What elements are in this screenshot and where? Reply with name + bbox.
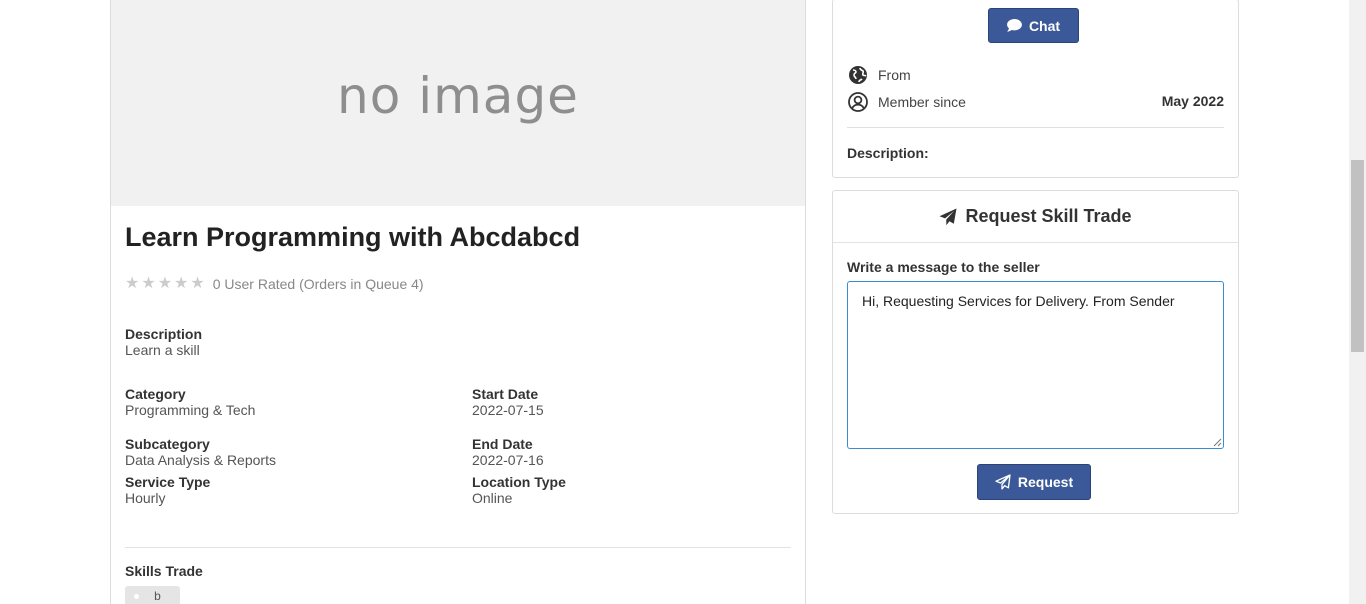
seller-description-label: Description: xyxy=(847,145,929,161)
resize-grip-icon[interactable] xyxy=(1213,438,1222,447)
start-date-label: Start Date xyxy=(472,386,539,402)
section-divider xyxy=(125,547,791,548)
star-icon: ★ xyxy=(141,275,156,292)
description-value: Learn a skill xyxy=(125,342,200,358)
location-type-field: Location Type Online xyxy=(472,474,566,506)
service-card: no image Learn Programming with Abcdabcd… xyxy=(110,0,806,604)
start-date-value: 2022-07-15 xyxy=(472,402,544,418)
user-circle-icon xyxy=(848,92,868,112)
request-card-title: Request Skill Trade xyxy=(965,206,1132,226)
scrollbar-thumb[interactable] xyxy=(1351,160,1364,352)
request-skill-trade-card: Request Skill Trade Write a message to t… xyxy=(832,190,1239,514)
location-type-label: Location Type xyxy=(472,474,566,490)
service-type-field: Service Type Hourly xyxy=(125,474,210,506)
seller-card: Chat From Member since May 2022 Descript… xyxy=(832,0,1239,178)
seller-from-row: From xyxy=(848,65,911,85)
paper-plane-icon xyxy=(939,208,957,225)
member-since-value: May 2022 xyxy=(1161,93,1224,109)
description-field: Description Learn a skill xyxy=(125,326,202,358)
description-label: Description xyxy=(125,326,203,342)
globe-icon xyxy=(849,66,867,84)
star-icon: ★ xyxy=(174,275,189,292)
message-textarea[interactable] xyxy=(847,281,1224,449)
service-type-label: Service Type xyxy=(125,474,211,490)
chat-button[interactable]: Chat xyxy=(988,8,1079,43)
rating-row: ★ ★ ★ ★ ★ 0 User Rated (Orders in Queue … xyxy=(125,276,424,293)
page: no image Learn Programming with Abcdabcd… xyxy=(0,0,1366,604)
member-since-label: Member since xyxy=(878,94,966,110)
category-label: Category xyxy=(125,386,186,402)
rating-text: 0 User Rated (Orders in Queue 4) xyxy=(212,276,424,292)
skills-trade-label: Skills Trade xyxy=(125,563,203,579)
service-title: Learn Programming with Abcdabcd xyxy=(125,222,581,252)
location-type-value: Online xyxy=(472,490,513,506)
end-date-label: End Date xyxy=(472,436,533,452)
star-icon: ★ xyxy=(190,275,205,292)
chat-button-label: Chat xyxy=(1028,17,1061,34)
no-image-text: no image xyxy=(337,67,579,125)
skill-tag[interactable]: b xyxy=(125,586,180,604)
seller-member-row: Member since xyxy=(848,92,966,112)
service-type-value: Hourly xyxy=(125,490,166,506)
chat-bubble-icon xyxy=(1007,19,1022,32)
start-date-field: Start Date 2022-07-15 xyxy=(472,386,544,418)
subcategory-label: Subcategory xyxy=(125,436,210,452)
end-date-field: End Date 2022-07-16 xyxy=(472,436,544,468)
request-card-header: Request Skill Trade xyxy=(833,191,1238,243)
subcategory-value: Data Analysis & Reports xyxy=(125,452,276,468)
star-icon: ★ xyxy=(157,275,173,292)
subcategory-field: Subcategory Data Analysis & Reports xyxy=(125,436,276,468)
paper-plane-outline-icon xyxy=(995,474,1011,490)
rating-stars: ★ ★ ★ ★ ★ xyxy=(125,276,205,292)
end-date-value: 2022-07-16 xyxy=(472,452,544,468)
seller-divider xyxy=(847,127,1224,128)
message-label: Write a message to the seller xyxy=(847,259,1040,275)
category-field: Category Programming & Tech xyxy=(125,386,255,418)
service-image-placeholder: no image xyxy=(111,0,805,206)
star-icon: ★ xyxy=(125,275,140,292)
category-value: Programming & Tech xyxy=(125,402,256,418)
from-label: From xyxy=(878,67,911,83)
request-button-label: Request xyxy=(1017,474,1074,490)
skill-tag-label: b xyxy=(154,589,161,603)
request-button[interactable]: Request xyxy=(977,464,1091,500)
